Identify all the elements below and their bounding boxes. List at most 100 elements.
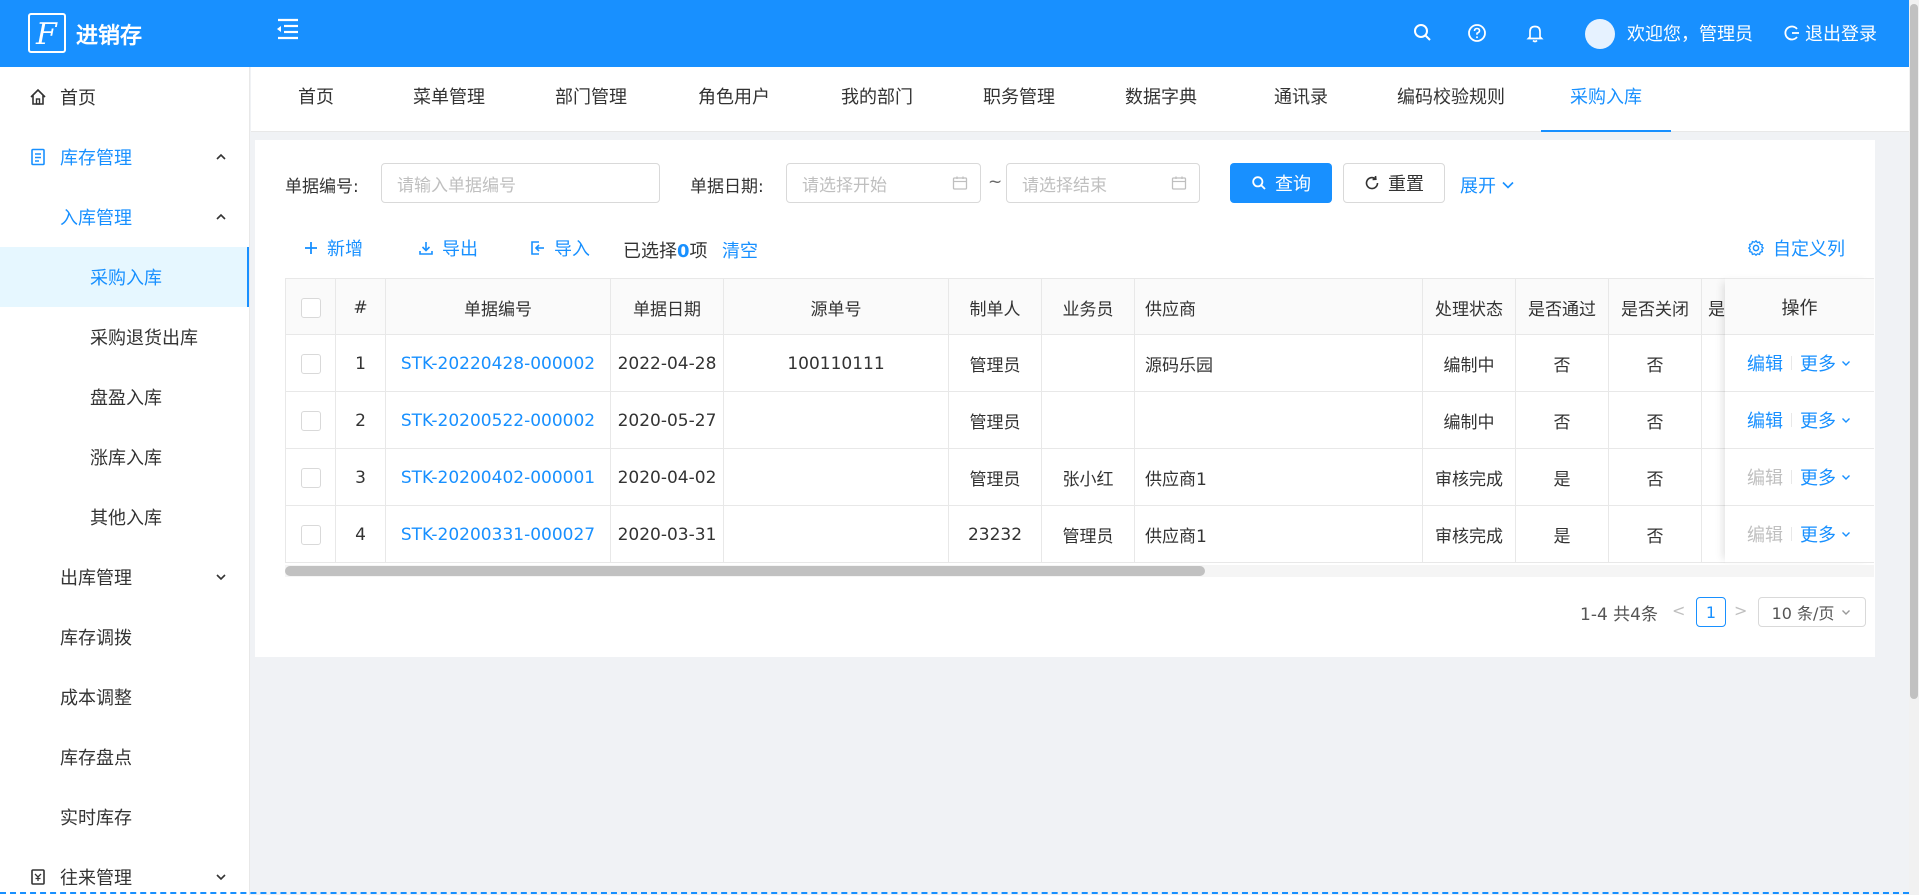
sidebar-item-stocktake[interactable]: 库存盘点 [0,727,249,787]
bill-no-link[interactable]: STK-20200402-000001 [401,468,595,488]
page-scrollbar-thumb[interactable] [1910,4,1918,699]
avatar[interactable] [1585,19,1615,49]
tab-my-department[interactable]: 我的部门 [827,67,927,132]
chevron-down-icon [1842,532,1850,537]
bill-no-placeholder: 请输入单据编号 [397,175,516,196]
col-header-salesman: 业务员 [1042,279,1135,336]
table-row: 3 STK-20200402-000001 2020-04-02 管理员 张小红… [285,449,1874,506]
sidebar-item-label: 库存管理 [60,148,132,169]
more-dropdown[interactable]: 更多 [1800,521,1852,547]
supplier-cell: 供应商1 [1135,506,1423,563]
tab-code-rules[interactable]: 编码校验规则 [1381,67,1521,132]
bill-no-link[interactable]: STK-20220428-000002 [401,354,595,374]
tab-data-dictionary[interactable]: 数据字典 [1111,67,1211,132]
row-checkbox[interactable] [300,467,321,488]
creator-cell: 管理员 [949,335,1042,392]
next-page-icon[interactable]: > [1734,601,1747,620]
menu-collapse-icon[interactable] [272,14,302,42]
sidebar-item-purchase-return[interactable]: 采购退货出库 [0,307,249,367]
calendar-icon [1171,176,1187,190]
action-divider [1791,413,1792,427]
more-dropdown[interactable]: 更多 [1800,464,1852,490]
passed-cell: 是 [1516,449,1609,506]
bottom-divider [0,892,1909,894]
table-header-row: # 单据编号 单据日期 源单号 制单人 业务员 供应商 处理状态 是否通过 是否… [285,278,1874,336]
expand-toggle[interactable]: 展开 [1460,172,1516,198]
import-button[interactable]: 导入 [530,233,590,263]
row-checkbox[interactable] [300,410,321,431]
home-icon [30,88,46,105]
end-date-input[interactable]: 请选择结束 [1006,163,1200,203]
sidebar-item-cost-adjust[interactable]: 成本调整 [0,667,249,727]
tab-department-management[interactable]: 部门管理 [541,67,641,132]
chevron-up-icon [216,153,226,160]
more-dropdown[interactable]: 更多 [1800,407,1852,433]
page-number-current[interactable]: 1 [1696,597,1726,627]
gear-icon [1747,239,1765,257]
tab-role-user[interactable]: 角色用户 [684,67,784,132]
status-cell: 审核完成 [1423,449,1516,506]
reset-label: 重置 [1388,174,1424,195]
sidebar-item-label: 成本调整 [60,688,132,709]
table-row: 1 STK-20220428-000002 2022-04-28 1001101… [285,335,1874,392]
tab-position-management[interactable]: 职务管理 [969,67,1069,132]
sidebar-item-label: 实时库存 [60,808,132,829]
sidebar-item-outbound[interactable]: 出库管理 [0,547,249,607]
user-greeting[interactable]: 欢迎您，管理员 [1627,20,1753,46]
action-divider [1791,356,1792,370]
custom-columns-button[interactable]: 自定义列 [1747,233,1845,263]
source-no-cell [724,506,949,563]
sidebar-item-transfer[interactable]: 库存调拨 [0,607,249,667]
more-dropdown[interactable]: 更多 [1800,350,1852,376]
more-label: 更多 [1800,468,1836,489]
bell-icon[interactable] [1522,20,1548,46]
tab-purchase-inbound[interactable]: 采购入库 [1541,67,1671,132]
logout-button[interactable]: 退出登录 [1783,20,1877,46]
add-button[interactable]: 新增 [303,233,363,263]
col-header-bill-no: 单据编号 [386,279,611,336]
edit-link-disabled: 编辑 [1747,468,1783,489]
chevron-down-icon [216,574,226,581]
search-icon [1252,176,1266,190]
start-date-input[interactable]: 请选择开始 [786,163,981,203]
prev-page-icon[interactable]: < [1672,601,1685,620]
page-size-select[interactable]: 10 条/页 [1758,597,1866,627]
salesman-cell [1042,392,1135,449]
tab-home[interactable]: 首页 [281,67,351,132]
sidebar-item-other-inbound[interactable]: 其他入库 [0,487,249,547]
sidebar-item-accounts[interactable]: 往来管理 [0,847,249,895]
select-all-checkbox[interactable] [300,297,321,318]
bill-no-link[interactable]: STK-20200522-000002 [401,411,595,431]
sidebar-item-surplus-inbound[interactable]: 盘盈入库 [0,367,249,427]
tab-menu-management[interactable]: 菜单管理 [399,67,499,132]
clear-selection-link[interactable]: 清空 [722,237,758,263]
col-header-closed: 是否关闭 [1609,279,1702,336]
help-icon[interactable] [1464,20,1490,46]
search-icon[interactable] [1410,20,1436,46]
tab-address-book[interactable]: 通讯录 [1261,67,1341,132]
sidebar-item-realtime-stock[interactable]: 实时库存 [0,787,249,847]
reset-button[interactable]: 重置 [1343,163,1445,203]
chevron-down-icon [1842,418,1850,423]
sidebar-item-inbound[interactable]: 入库管理 [0,187,249,247]
sidebar-item-inventory[interactable]: 库存管理 [0,127,249,187]
sidebar-item-increase-inbound[interactable]: 涨库入库 [0,427,249,487]
bill-no-input[interactable]: 请输入单据编号 [381,163,660,203]
selected-count: 0 [677,241,690,262]
closed-cell: 否 [1609,449,1702,506]
edit-link-disabled: 编辑 [1747,525,1783,546]
sidebar-item-home[interactable]: 首页 [0,67,249,127]
row-checkbox[interactable] [300,524,321,545]
export-button[interactable]: 导出 [418,233,478,263]
query-label: 查询 [1275,174,1311,195]
bill-no-link[interactable]: STK-20200331-000027 [401,525,595,545]
ledger-icon [31,869,45,885]
sidebar-item-label: 库存调拨 [60,628,132,649]
edit-link[interactable]: 编辑 [1747,350,1783,376]
sidebar-item-purchase-inbound[interactable]: 采购入库 [0,247,249,307]
edit-link[interactable]: 编辑 [1747,407,1783,433]
query-button[interactable]: 查询 [1230,163,1332,203]
table-scrollbar-thumb[interactable] [285,566,1205,576]
row-checkbox[interactable] [300,353,321,374]
salesman-cell: 管理员 [1042,506,1135,563]
